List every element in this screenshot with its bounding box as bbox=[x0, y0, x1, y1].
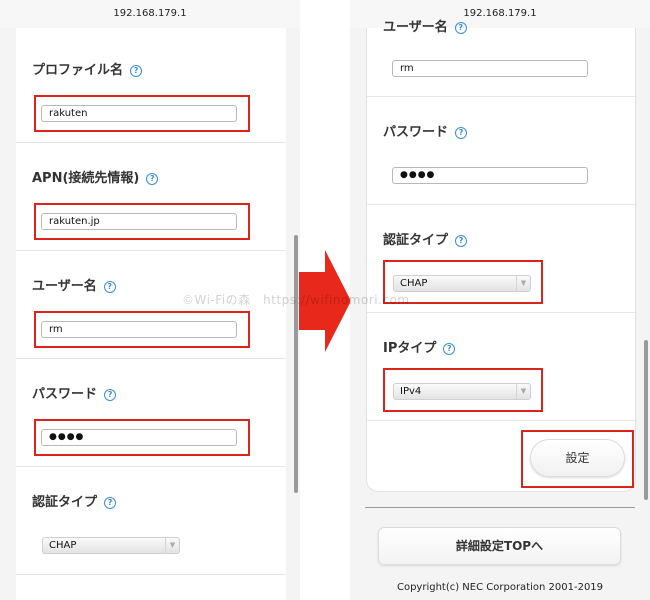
section-divider bbox=[16, 574, 286, 575]
help-icon[interactable]: ? bbox=[104, 389, 117, 401]
password-label: パスワード? bbox=[32, 383, 117, 402]
section-divider bbox=[16, 250, 286, 251]
section-divider bbox=[367, 204, 637, 205]
auth-type-label: 認証タイプ? bbox=[383, 229, 468, 248]
username-label: ユーザー名? bbox=[32, 275, 116, 294]
help-icon[interactable]: ? bbox=[455, 127, 468, 139]
help-icon[interactable]: ? bbox=[103, 281, 116, 293]
help-icon[interactable]: ? bbox=[146, 173, 159, 185]
section-divider bbox=[367, 312, 637, 313]
help-icon[interactable]: ? bbox=[454, 22, 467, 34]
highlight-box bbox=[34, 419, 250, 456]
profile-name-label: プロファイル名? bbox=[32, 59, 143, 78]
password-label: パスワード? bbox=[383, 121, 468, 140]
section-divider bbox=[367, 96, 637, 97]
highlight-box bbox=[34, 203, 250, 240]
chevron-down-icon: ▼ bbox=[165, 538, 179, 553]
auth-type-label: 認証タイプ? bbox=[32, 491, 117, 510]
help-icon[interactable]: ? bbox=[104, 497, 117, 509]
watermark-text: ©Wi-Fiの森 https://wifinomori.com bbox=[182, 293, 410, 307]
help-icon[interactable]: ? bbox=[443, 343, 456, 355]
section-divider bbox=[16, 466, 286, 467]
advanced-settings-top-button[interactable]: 詳細設定TOPへ bbox=[378, 527, 621, 565]
section-divider bbox=[367, 420, 637, 421]
url-bar[interactable]: 192.168.179.1 bbox=[0, 0, 300, 28]
apn-label: APN(接続先情報)? bbox=[32, 167, 159, 186]
highlight-box bbox=[383, 368, 543, 412]
auth-type-value: CHAP bbox=[49, 540, 77, 551]
highlight-box bbox=[521, 430, 634, 488]
help-icon[interactable]: ? bbox=[130, 65, 143, 77]
section-divider bbox=[16, 142, 286, 143]
auth-type-select[interactable]: CHAP ▼ bbox=[42, 537, 180, 554]
section-divider bbox=[16, 358, 286, 359]
highlight-box bbox=[34, 311, 250, 348]
username-input[interactable]: rm bbox=[392, 60, 588, 77]
help-icon[interactable]: ? bbox=[455, 235, 468, 247]
scrollbar[interactable] bbox=[644, 340, 648, 500]
highlight-box bbox=[34, 95, 250, 132]
copyright-text: Copyright(c) NEC Corporation 2001-2019 bbox=[396, 582, 604, 593]
username-label: ユーザー名? bbox=[383, 16, 467, 35]
password-input[interactable]: ●●●● bbox=[392, 167, 588, 184]
ip-type-label: IPタイプ? bbox=[383, 337, 456, 356]
scrollbar[interactable] bbox=[294, 235, 298, 493]
footer-divider bbox=[365, 507, 635, 508]
